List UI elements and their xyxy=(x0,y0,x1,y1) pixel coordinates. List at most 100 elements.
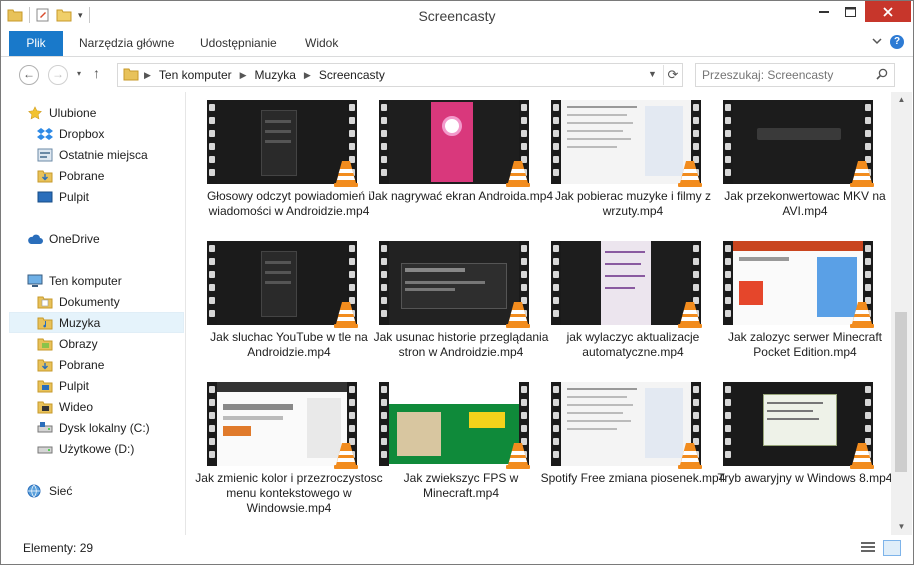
onedrive-cloud-icon xyxy=(28,234,43,244)
nav-pictures[interactable]: Obrazy xyxy=(37,333,211,354)
file-name[interactable]: Głosowy odczyt powiadomień i wiadomości … xyxy=(194,189,384,219)
nav-network[interactable]: Sieć xyxy=(27,480,201,501)
search-box[interactable] xyxy=(695,63,895,87)
address-bar[interactable]: ▶ Ten komputer ▶ Muzyka ▶ Screencasty ▼ … xyxy=(117,63,683,87)
nav-onedrive-label: OneDrive xyxy=(49,231,100,246)
nav-downloads-fav[interactable]: Pobrane xyxy=(37,165,211,186)
video-thumbnail xyxy=(723,100,874,187)
nav-drive-c[interactable]: Dysk lokalny (C:) xyxy=(37,417,211,438)
breadcrumb-separator-icon[interactable]: ▶ xyxy=(144,70,151,81)
help-button[interactable]: ? xyxy=(890,35,904,49)
file-name[interactable]: Jak nagrywać ekran Androida.mp4 xyxy=(366,189,556,204)
file-view: Głosowy odczyt powiadomień i wiadomości … xyxy=(186,92,891,535)
thumbnail-frame xyxy=(561,382,691,466)
recent-places-icon xyxy=(37,148,53,161)
desktop-icon xyxy=(37,191,53,202)
scroll-up-icon[interactable]: ▲ xyxy=(891,92,912,108)
vlc-cone-icon xyxy=(678,443,702,469)
star-icon xyxy=(28,105,42,119)
nav-videos[interactable]: Wideo xyxy=(37,396,211,417)
tab-share[interactable]: Udostępnianie xyxy=(200,31,277,56)
thumbnail-frame xyxy=(389,100,519,184)
breadcrumb-screencasty[interactable]: Screencasty xyxy=(319,68,385,82)
video-thumbnail xyxy=(207,241,358,328)
vlc-cone-icon xyxy=(850,443,874,469)
nav-this-pc[interactable]: Ten komputer xyxy=(27,270,201,291)
videos-folder-icon xyxy=(37,401,53,413)
nav-desktop-fav[interactable]: Pulpit xyxy=(37,186,211,207)
details-view-icon[interactable] xyxy=(861,541,875,553)
file-name[interactable]: Jak usunac historie przeglądania stron w… xyxy=(366,330,556,360)
nav-dropbox-label: Dropbox xyxy=(59,126,105,141)
breadcrumb-separator-icon[interactable]: ▶ xyxy=(304,70,311,81)
forward-button[interactable]: → xyxy=(48,65,68,85)
scrollbar-thumb[interactable] xyxy=(895,312,907,472)
up-button[interactable]: ↑ xyxy=(93,65,100,81)
close-button[interactable] xyxy=(865,1,911,22)
file-name[interactable]: Jak przekonwertowac MKV na AVI.mp4 xyxy=(710,189,891,219)
video-thumbnail xyxy=(723,241,874,328)
video-thumbnail xyxy=(551,382,702,469)
nav-recent-places[interactable]: Ostatnie miejsca xyxy=(37,144,211,165)
tab-home[interactable]: Narzędzia główne xyxy=(79,31,174,56)
film-strip xyxy=(551,382,561,466)
refresh-icon[interactable]: ⟳ xyxy=(663,65,682,85)
nav-onedrive[interactable]: OneDrive xyxy=(27,228,201,249)
video-thumbnail xyxy=(379,241,530,328)
nav-dropbox[interactable]: Dropbox xyxy=(37,123,211,144)
nav-downloads[interactable]: Pobrane xyxy=(37,354,211,375)
file-name[interactable]: Jak pobierac muzyke i filmy z wrzuty.mp4 xyxy=(538,189,728,219)
file-name[interactable]: jak wylaczyc aktualizacje automatyczne.m… xyxy=(538,330,728,360)
film-strip xyxy=(207,100,217,184)
breadcrumb-separator-icon[interactable]: ▶ xyxy=(240,70,247,81)
film-strip xyxy=(379,382,389,466)
nav-favorites[interactable]: Ulubione xyxy=(27,102,201,123)
drive-icon xyxy=(37,446,53,453)
video-thumbnail xyxy=(379,100,530,187)
thumbnail-frame xyxy=(733,382,863,466)
folder-icon xyxy=(123,68,139,81)
ribbon-tabs: Plik Narzędzia główne Udostępnianie Wido… xyxy=(1,31,913,57)
large-icons-view-icon[interactable] xyxy=(883,540,901,556)
nav-pictures-label: Obrazy xyxy=(59,336,98,351)
minimize-button[interactable] xyxy=(811,1,837,22)
nav-documents[interactable]: Dokumenty xyxy=(37,291,211,312)
search-input[interactable] xyxy=(702,66,862,83)
nav-music[interactable]: Muzyka xyxy=(9,312,184,333)
file-name[interactable]: Jak zmienic kolor i przezroczystosc menu… xyxy=(194,471,384,516)
recent-locations-icon[interactable]: ▾ xyxy=(77,69,81,78)
status-bar: Elementy: 29 xyxy=(1,535,913,564)
file-name[interactable]: Tryb awaryjny w Windows 8.mp4 xyxy=(710,471,891,486)
tab-view[interactable]: Widok xyxy=(305,31,338,56)
downloads-folder-icon xyxy=(37,170,53,182)
expand-ribbon-icon[interactable] xyxy=(871,35,883,47)
film-strip xyxy=(379,100,389,184)
file-name[interactable]: Jak sluchac YouTube w tle na Androidzie.… xyxy=(194,330,384,360)
minimize-icon xyxy=(819,10,829,13)
search-icon[interactable] xyxy=(876,68,888,80)
nav-desktop-label: Pulpit xyxy=(59,378,90,393)
vlc-cone-icon xyxy=(678,161,702,187)
nav-desktop-fav-label: Pulpit xyxy=(59,189,90,204)
local-disk-icon xyxy=(37,421,53,432)
maximize-icon xyxy=(844,6,856,17)
back-button[interactable]: ← xyxy=(19,65,39,85)
item-count: Elementy: 29 xyxy=(23,541,94,555)
breadcrumb-this-pc[interactable]: Ten komputer xyxy=(159,68,232,82)
maximize-button[interactable] xyxy=(837,1,863,22)
film-strip xyxy=(551,100,561,184)
tab-file[interactable]: Plik xyxy=(9,31,63,56)
up-arrow-icon: ↑ xyxy=(93,65,100,81)
file-name[interactable]: Jak zalozyc serwer Minecraft Pocket Edit… xyxy=(710,330,891,360)
breadcrumb-music[interactable]: Muzyka xyxy=(255,68,296,82)
vertical-scrollbar[interactable]: ▲ ▼ xyxy=(891,92,912,535)
file-name[interactable]: Spotify Free zmiana piosenek.mp4 xyxy=(538,471,728,486)
file-name[interactable]: Jak zwiekszyc FPS w Minecraft.mp4 xyxy=(366,471,556,501)
address-history-icon[interactable]: ▼ xyxy=(648,69,657,79)
desktop-folder-icon xyxy=(37,380,53,392)
nav-drive-d[interactable]: Użytkowe (D:) xyxy=(37,438,211,459)
scroll-down-icon[interactable]: ▼ xyxy=(891,519,912,535)
window-title: Screencasty xyxy=(418,8,496,24)
nav-desktop[interactable]: Pulpit xyxy=(37,375,211,396)
close-icon xyxy=(883,6,893,17)
